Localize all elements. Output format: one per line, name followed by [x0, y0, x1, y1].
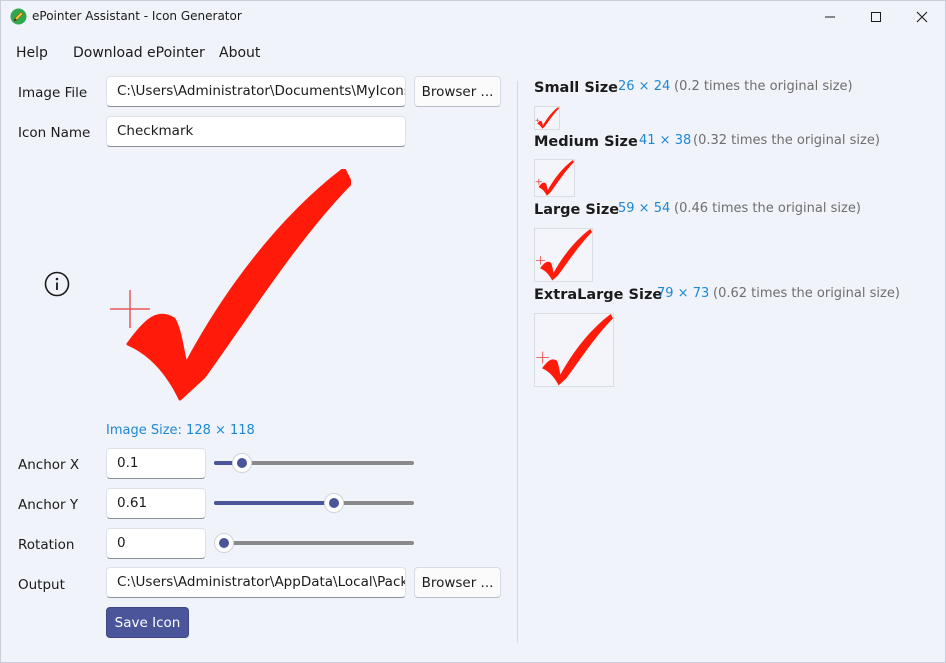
maximize-icon [871, 12, 881, 22]
small-size-ratio: (0.2 times the original size) [674, 79, 853, 94]
extralarge-size-dims: 79 × 73 [657, 286, 710, 301]
anchor-y-label: Anchor Y [18, 497, 79, 513]
window-title: ePointer Assistant - Icon Generator [32, 9, 242, 23]
image-size-text: Image Size: 128 × 118 [106, 423, 255, 438]
save-icon-button[interactable]: Save Icon [106, 607, 189, 638]
anchor-x-slider[interactable] [214, 452, 414, 473]
info-icon[interactable] [44, 271, 70, 297]
anchor-x-label: Anchor X [18, 457, 80, 473]
icon-name-label: Icon Name [18, 125, 91, 141]
close-icon [916, 11, 928, 23]
image-file-label: Image File [18, 85, 88, 101]
small-size-title: Small Size [534, 80, 619, 96]
slider-track [214, 541, 414, 545]
app-window: ePointer Assistant - Icon Generator Help… [0, 0, 946, 663]
rotation-slider[interactable] [214, 532, 414, 553]
rotation-input[interactable]: 0 [106, 528, 206, 559]
slider-fill [214, 501, 334, 505]
menu-download-epointer[interactable]: Download ePointer [73, 45, 205, 61]
maximize-button[interactable] [853, 1, 899, 33]
medium-checkmark-preview [534, 159, 575, 197]
checkmark-icon [536, 314, 613, 386]
checkmark-icon [535, 229, 592, 281]
app-icon [10, 8, 27, 25]
image-file-browse-button[interactable]: Browser ... [414, 76, 501, 107]
image-file-input[interactable]: C:\Users\Administrator\Documents\MyIcons [106, 76, 406, 107]
output-input[interactable]: C:\Users\Administrator\AppData\Local\Pac… [106, 567, 406, 598]
icon-name-input[interactable]: Checkmark [106, 116, 406, 147]
panel-divider [517, 81, 518, 643]
slider-thumb[interactable] [323, 493, 344, 513]
checkmark-icon [535, 107, 559, 129]
large-checkmark-preview [534, 228, 593, 282]
extralarge-size-title: ExtraLarge Size [534, 287, 663, 303]
close-button[interactable] [899, 1, 945, 33]
slider-thumb[interactable] [214, 533, 234, 553]
output-browse-button[interactable]: Browser ... [414, 567, 501, 598]
anchor-crosshair-icon [110, 290, 150, 328]
anchor-x-input[interactable]: 0.1 [106, 448, 206, 479]
minimize-icon [825, 16, 835, 18]
extralarge-checkmark-preview [534, 313, 614, 387]
large-size-title: Large Size [534, 202, 620, 218]
output-label: Output [18, 577, 65, 593]
rotation-label: Rotation [18, 537, 75, 553]
slider-thumb[interactable] [232, 453, 252, 473]
small-checkmark-preview [534, 106, 560, 130]
minimize-button[interactable] [807, 1, 853, 33]
checkmark-icon [535, 160, 574, 196]
medium-size-ratio: (0.32 times the original size) [693, 133, 880, 148]
checkmark-image-preview [110, 169, 351, 401]
menu-about[interactable]: About [219, 45, 260, 61]
large-size-ratio: (0.46 times the original size) [674, 201, 861, 216]
medium-size-title: Medium Size [534, 134, 638, 150]
extralarge-size-ratio: (0.62 times the original size) [713, 286, 900, 301]
anchor-y-input[interactable]: 0.61 [106, 488, 206, 519]
title-bar: ePointer Assistant - Icon Generator [1, 1, 945, 33]
small-size-dims: 26 × 24 [618, 79, 671, 94]
menu-help[interactable]: Help [16, 45, 48, 61]
large-size-dims: 59 × 54 [618, 201, 671, 216]
anchor-y-slider[interactable] [214, 492, 414, 513]
medium-size-dims: 41 × 38 [639, 133, 692, 148]
